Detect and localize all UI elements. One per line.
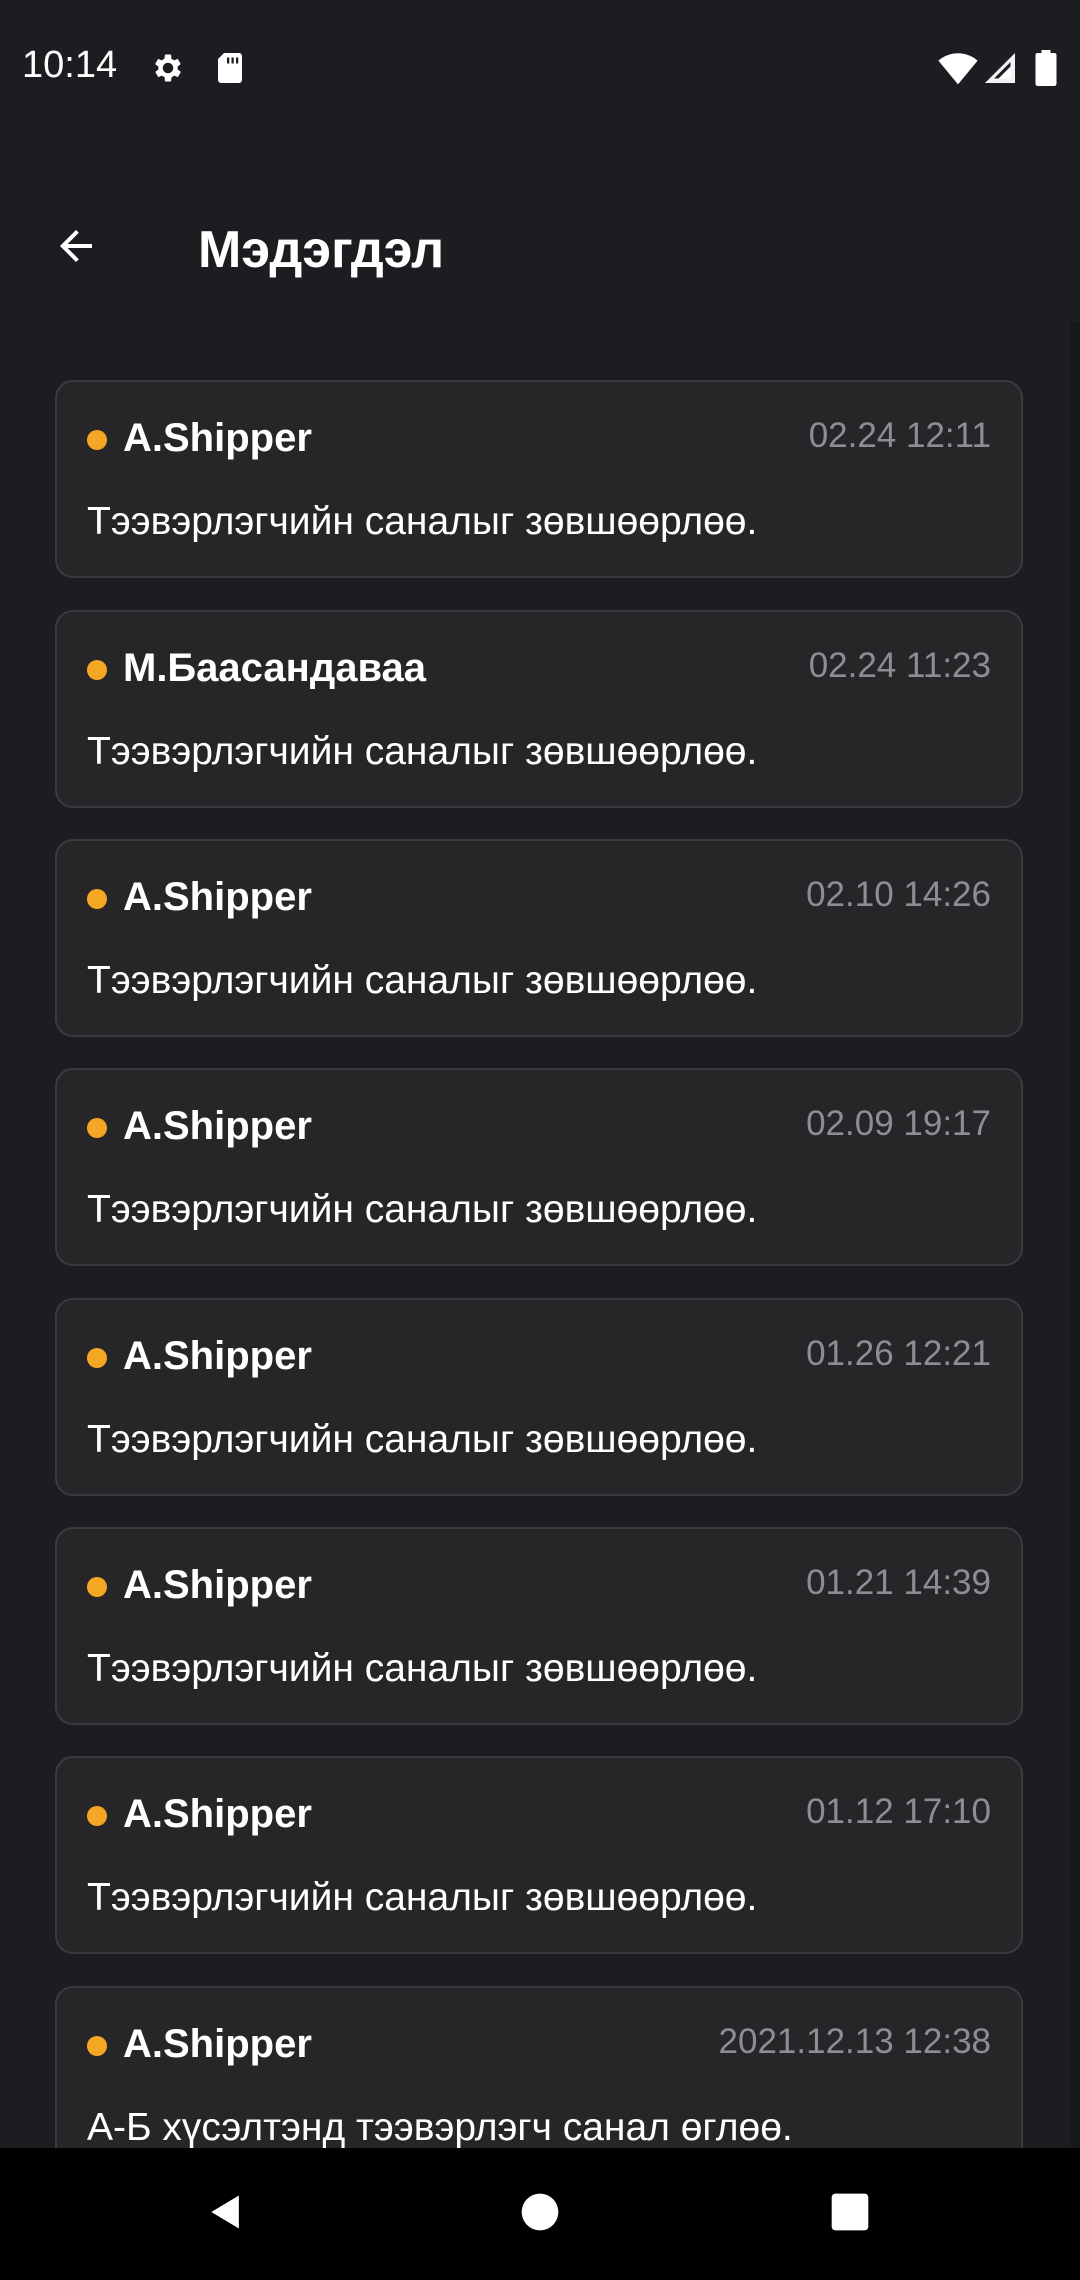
notification-message: Тээвэрлэгчийн саналыг зөвшөөрлөө. bbox=[87, 1418, 758, 1461]
arrow-left-icon bbox=[52, 222, 100, 275]
notification-card[interactable]: A.Shipper 02.09 19:17 Тээвэрлэгчийн сана… bbox=[55, 1068, 1023, 1266]
notification-card[interactable]: М.Баасандаваа 02.24 11:23 Тээвэрлэгчийн … bbox=[55, 610, 1023, 808]
notification-list[interactable]: A.Shipper 02.24 12:11 Тээвэрлэгчийн сана… bbox=[0, 322, 1080, 2148]
sd-card-icon bbox=[212, 50, 248, 86]
notification-message: А-Б хүсэлтэнд тээвэрлэгч санал өглөө. bbox=[87, 2106, 793, 2148]
unread-dot bbox=[87, 2036, 107, 2056]
notification-time: 02.09 19:17 bbox=[806, 1104, 991, 1143]
back-triangle-icon bbox=[204, 2190, 248, 2239]
notification-message: Тээвэрлэгчийн саналыг зөвшөөрлөө. bbox=[87, 1647, 758, 1690]
unread-dot bbox=[87, 1348, 107, 1368]
notification-card[interactable]: A.Shipper 02.24 12:11 Тээвэрлэгчийн сана… bbox=[55, 380, 1023, 578]
notification-card[interactable]: A.Shipper 01.12 17:10 Тээвэрлэгчийн сана… bbox=[55, 1756, 1023, 1954]
nav-recents-button[interactable] bbox=[818, 2182, 882, 2246]
notification-time: 01.21 14:39 bbox=[806, 1563, 991, 1602]
notification-message: Тээвэрлэгчийн саналыг зөвшөөрлөө. bbox=[87, 730, 758, 773]
notification-time: 02.24 12:11 bbox=[808, 416, 991, 455]
unread-dot bbox=[87, 430, 107, 450]
notification-card[interactable]: A.Shipper 01.26 12:21 Тээвэрлэгчийн сана… bbox=[55, 1298, 1023, 1496]
page-title: Мэдэгдэл bbox=[198, 221, 445, 279]
notification-card[interactable]: A.Shipper 2021.12.13 12:38 А-Б хүсэлтэнд… bbox=[55, 1986, 1023, 2148]
notification-message: Тээвэрлэгчийн саналыг зөвшөөрлөө. bbox=[87, 500, 758, 543]
notification-message: Тээвэрлэгчийн саналыг зөвшөөрлөө. bbox=[87, 1188, 758, 1231]
system-nav-bar bbox=[0, 2148, 1080, 2280]
app-header: Мэдэгдэл bbox=[0, 136, 1080, 322]
back-button[interactable] bbox=[44, 216, 108, 280]
notification-sender: A.Shipper bbox=[123, 416, 312, 460]
unread-dot bbox=[87, 1806, 107, 1826]
notification-sender: A.Shipper bbox=[123, 1104, 312, 1148]
nav-home-button[interactable] bbox=[508, 2182, 572, 2246]
notification-sender: М.Баасандаваа bbox=[123, 646, 427, 690]
gear-icon bbox=[150, 50, 186, 86]
status-time: 10:14 bbox=[22, 44, 118, 86]
unread-dot bbox=[87, 1577, 107, 1597]
notification-sender: A.Shipper bbox=[123, 875, 312, 919]
recents-square-icon bbox=[828, 2190, 872, 2239]
scrollbar-track bbox=[1070, 322, 1080, 2148]
notification-message: Тээвэрлэгчийн саналыг зөвшөөрлөө. bbox=[87, 959, 758, 1002]
unread-dot bbox=[87, 889, 107, 909]
unread-dot bbox=[87, 660, 107, 680]
notification-time: 01.12 17:10 bbox=[806, 1792, 991, 1831]
notification-card[interactable]: A.Shipper 02.10 14:26 Тээвэрлэгчийн сана… bbox=[55, 839, 1023, 1037]
notification-card[interactable]: A.Shipper 01.21 14:39 Тээвэрлэгчийн сана… bbox=[55, 1527, 1023, 1725]
battery-icon bbox=[1034, 50, 1058, 86]
notification-message: Тээвэрлэгчийн саналыг зөвшөөрлөө. bbox=[87, 1876, 758, 1919]
home-circle-icon bbox=[518, 2190, 562, 2239]
notification-time: 02.10 14:26 bbox=[806, 875, 991, 914]
notification-sender: A.Shipper bbox=[123, 1563, 312, 1607]
notification-sender: A.Shipper bbox=[123, 1334, 312, 1378]
notification-sender: A.Shipper bbox=[123, 1792, 312, 1836]
notification-time: 2021.12.13 12:38 bbox=[718, 2022, 991, 2061]
notification-time: 01.26 12:21 bbox=[806, 1334, 991, 1373]
notification-sender: A.Shipper bbox=[123, 2022, 312, 2066]
nav-back-button[interactable] bbox=[194, 2182, 258, 2246]
signal-icon bbox=[982, 50, 1018, 86]
wifi-icon bbox=[938, 50, 978, 86]
notification-time: 02.24 11:23 bbox=[808, 646, 991, 685]
status-bar: 10:14 bbox=[0, 0, 1080, 136]
unread-dot bbox=[87, 1118, 107, 1138]
